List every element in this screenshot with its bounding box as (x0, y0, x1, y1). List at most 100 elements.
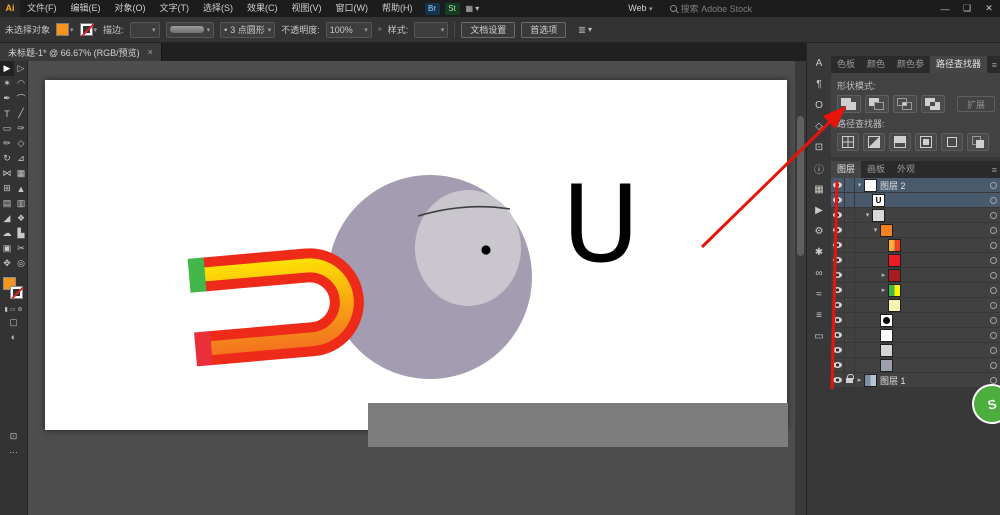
curvature-tool[interactable]: ⌒ (14, 91, 28, 106)
pencil-tool[interactable]: ✏ (0, 136, 14, 151)
shaper-tool[interactable]: ◇ (14, 136, 28, 151)
transform-panel-icon[interactable]: ◇ (807, 116, 831, 137)
lock-toggle[interactable] (845, 222, 855, 238)
visibility-toggle[interactable] (831, 372, 845, 388)
layer-thumbnail[interactable] (888, 268, 901, 282)
align-panel-icon[interactable]: ⊡ (807, 137, 831, 158)
target-circle[interactable] (990, 286, 997, 294)
scale-tool[interactable]: ⊿ (14, 151, 28, 166)
layer-thumbnail[interactable] (880, 313, 893, 327)
lock-toggle[interactable] (845, 177, 855, 193)
pathfinder-tab[interactable]: 路径查找器 (930, 56, 988, 73)
opentype-panel-icon[interactable]: O (807, 95, 831, 116)
layer-thumbnail[interactable] (880, 328, 893, 342)
layer-row[interactable]: ▾ (831, 222, 1000, 238)
menu-item[interactable]: 选择(S) (196, 0, 240, 17)
visibility-toggle[interactable] (831, 222, 845, 238)
visibility-toggle[interactable] (831, 237, 845, 253)
target-circle[interactable] (990, 346, 997, 354)
lock-toggle[interactable] (845, 237, 855, 253)
lasso-tool[interactable]: ◠ (14, 76, 28, 91)
layer-row[interactable] (831, 327, 1000, 343)
menu-item[interactable]: 对象(O) (108, 0, 153, 17)
document-close-icon[interactable]: × (148, 47, 153, 57)
layer-row[interactable] (831, 312, 1000, 328)
symbol-sprayer-tool[interactable]: ☁ (0, 226, 14, 241)
layer-row[interactable] (831, 342, 1000, 358)
panel-menu-icon[interactable]: ≡ (992, 165, 997, 175)
menu-item[interactable]: 文字(T) (153, 0, 197, 17)
menu-item[interactable]: 文件(F) (20, 0, 64, 17)
document-setup-button[interactable]: 文档设置 (461, 21, 516, 38)
column-graph-tool[interactable]: ▙ (14, 226, 28, 241)
visibility-toggle[interactable] (831, 267, 845, 283)
lock-toggle[interactable] (845, 192, 855, 208)
more-tools-icon[interactable]: … (0, 443, 27, 457)
swatches-panel-icon[interactable]: ▦ (807, 179, 831, 200)
info-panel-icon[interactable]: ⓘ (807, 158, 831, 179)
restore-button[interactable]: ❑ (956, 3, 978, 14)
appearance-panel-icon[interactable]: ✱ (807, 242, 831, 263)
character-panel-icon[interactable]: A (807, 53, 831, 74)
outline-button[interactable] (941, 133, 963, 151)
toolbar-stroke-swatch[interactable] (10, 286, 23, 299)
expand-chevron[interactable]: ▸ (879, 286, 888, 294)
screen-mode-icon[interactable]: ◐ (0, 332, 27, 342)
arrange-documents-icon[interactable]: ▦ ▾ (466, 4, 480, 13)
layer-thumbnail[interactable] (864, 373, 877, 387)
artboard-tool[interactable]: ▣ (0, 241, 14, 256)
lock-toggle[interactable] (845, 267, 855, 283)
actions-panel-icon[interactable]: ▶ (807, 200, 831, 221)
layer-thumbnail[interactable] (880, 358, 893, 372)
scrollbar-thumb[interactable] (797, 116, 804, 256)
menu-item[interactable]: 编辑(E) (64, 0, 108, 17)
target-circle[interactable] (990, 316, 997, 324)
visibility-toggle[interactable] (831, 282, 845, 298)
layer-thumbnail[interactable] (880, 343, 893, 357)
target-circle[interactable] (990, 241, 997, 249)
slice-tool[interactable]: ✂ (14, 241, 28, 256)
layer-row[interactable] (831, 237, 1000, 253)
visibility-toggle[interactable] (831, 327, 845, 343)
style-dropdown[interactable]: ▾ (414, 21, 449, 38)
lock-toggle[interactable] (845, 312, 855, 328)
target-circle[interactable] (990, 331, 997, 339)
magnet-shape[interactable] (187, 245, 364, 367)
layer-row[interactable]: ▾ (831, 207, 1000, 223)
fill-stroke-indicator[interactable] (0, 277, 28, 303)
layer-thumbnail[interactable] (864, 178, 877, 192)
layer-thumbnail[interactable] (880, 223, 893, 237)
selection-tool[interactable]: ▶ (0, 61, 14, 76)
visibility-toggle[interactable] (831, 297, 845, 313)
hand-tool[interactable]: ✥ (0, 256, 14, 271)
direct-selection-tool[interactable]: ▷ (14, 61, 28, 76)
expand-button[interactable]: 扩展 (956, 96, 995, 112)
menu-item[interactable]: 帮助(H) (375, 0, 420, 17)
layer-row[interactable]: U (831, 192, 1000, 208)
paragraph-panel-icon[interactable]: ¶ (807, 74, 831, 95)
shape-builder-tool[interactable]: ⊞ (0, 181, 14, 196)
stock-icon[interactable]: St (444, 2, 460, 15)
blend-tool[interactable]: ❖ (14, 211, 28, 226)
opacity-more-icon[interactable]: » (378, 26, 382, 33)
layer-thumbnail[interactable] (888, 283, 901, 297)
target-circle[interactable] (990, 376, 997, 384)
lock-toggle[interactable] (845, 282, 855, 298)
lock-toggle[interactable] (845, 297, 855, 313)
layer-row[interactable]: ▾ 图层 2 (831, 177, 1000, 193)
merge-button[interactable] (889, 133, 911, 151)
document-tab[interactable]: 未标题-1* @ 66.67% (RGB/预览) × (0, 43, 162, 61)
fill-swatch[interactable] (56, 23, 70, 36)
pen-tool[interactable]: ✒ (0, 91, 14, 106)
stock-search[interactable]: 搜索 Adobe Stock (669, 2, 752, 15)
brush-definition-dropdown[interactable]: • 3 点圆形 ▾ (220, 21, 276, 38)
visibility-toggle[interactable] (831, 312, 845, 328)
target-circle[interactable] (990, 226, 997, 234)
target-circle[interactable] (990, 211, 997, 219)
target-circle[interactable] (990, 181, 997, 189)
visibility-toggle[interactable] (831, 207, 845, 223)
intersect-button[interactable] (893, 95, 917, 113)
expand-chevron[interactable]: ▾ (863, 211, 872, 219)
bridge-icon[interactable]: Br (424, 2, 440, 15)
draw-mode-icon[interactable]: ▢ (0, 317, 27, 328)
